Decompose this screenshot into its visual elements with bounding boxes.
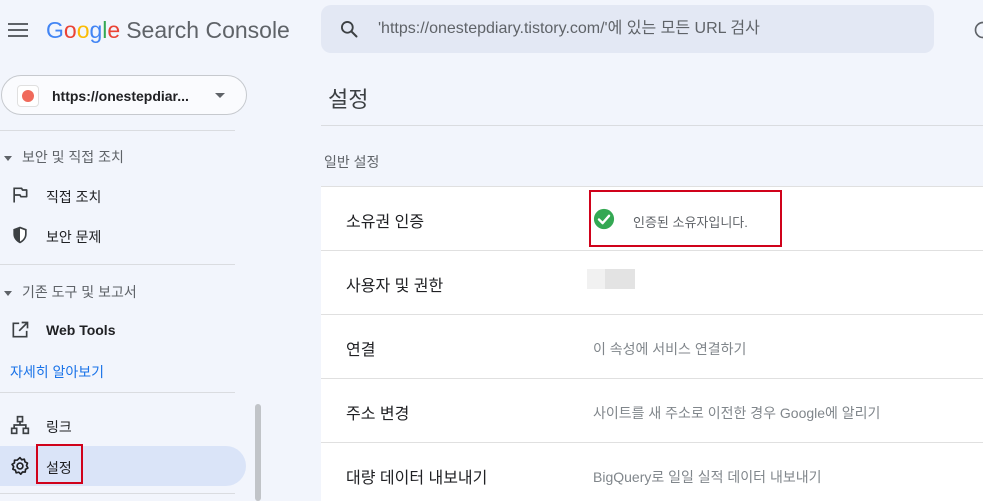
sidebar-item-links[interactable]: 링크 (0, 405, 246, 445)
sidebar-item-label: 직접 조치 (46, 189, 102, 205)
sidebar-divider (0, 130, 235, 131)
site-favicon-icon (17, 85, 39, 107)
app-header: Google Search Console (0, 0, 983, 64)
gear-icon (11, 456, 29, 475)
property-label: https://onestepdiar... (52, 88, 189, 104)
row-label: 사용자 및 권한 (346, 278, 444, 295)
app-logo[interactable]: Google Search Console (46, 17, 290, 44)
section-legacy-label: 기존 도구 및 보고서 (22, 284, 137, 300)
sidebar-item-web-tools[interactable]: Web Tools (0, 310, 246, 350)
sidebar-item-security-issues[interactable]: 보안 문제 (0, 215, 246, 255)
settings-row-change-address[interactable]: 주소 변경 사이트를 새 주소로 이전한 경우 Google에 알리기 (321, 379, 983, 443)
row-label: 주소 변경 (346, 406, 410, 423)
row-label: 연결 (346, 342, 376, 359)
section-security-label: 보안 및 직접 조치 (22, 149, 124, 165)
sitemap-icon (10, 415, 30, 435)
search-icon (341, 21, 358, 38)
settings-row-associations[interactable]: 연결 이 속성에 서비스 연결하기 (321, 315, 983, 379)
sidebar-scrollbar[interactable] (255, 404, 261, 501)
sidebar-divider (0, 392, 235, 393)
section-title: 일반 설정 (324, 154, 380, 170)
settings-row-bulk-export[interactable]: 대량 데이터 내보내기 BigQuery로 일일 실적 데이터 내보내기 (321, 443, 983, 501)
search-input[interactable] (378, 17, 918, 41)
sidebar-item-label: Web Tools (46, 322, 116, 338)
property-selector[interactable]: https://onestepdiar... (1, 75, 247, 115)
title-divider (321, 125, 983, 126)
redacted-value (587, 269, 635, 289)
product-name: Search Console (126, 17, 290, 43)
sidebar-item-label: 보안 문제 (46, 229, 102, 245)
settings-highlight-box (36, 444, 83, 484)
external-link-icon (12, 321, 29, 338)
settings-row-users[interactable]: 사용자 및 권한 (321, 251, 983, 315)
row-description: BigQuery로 일일 실적 데이터 내보내기 (593, 469, 822, 485)
ownership-highlight-box (589, 190, 782, 247)
google-wordmark: Google (46, 17, 121, 43)
sidebar-item-label: 링크 (46, 419, 72, 435)
learn-more-link[interactable]: 자세히 알아보기 (10, 362, 104, 382)
url-inspection-search[interactable] (321, 5, 934, 53)
dropdown-caret-icon (215, 93, 225, 98)
section-security-toggle[interactable]: 보안 및 직접 조치 (4, 147, 124, 167)
help-icon[interactable] (973, 20, 983, 40)
shield-icon (13, 226, 27, 244)
section-legacy-toggle[interactable]: 기존 도구 및 보고서 (4, 282, 137, 302)
collapse-caret-icon (4, 155, 12, 161)
row-label: 소유권 인증 (346, 214, 425, 231)
row-description: 사이트를 새 주소로 이전한 경우 Google에 알리기 (593, 405, 881, 421)
sidebar-item-manual-actions[interactable]: 직접 조치 (0, 175, 246, 215)
sidebar-divider (0, 264, 235, 265)
page-title: 설정 (328, 87, 369, 112)
sidebar-divider (0, 493, 235, 494)
row-description: 이 속성에 서비스 연결하기 (593, 341, 747, 357)
row-label: 대량 데이터 내보내기 (346, 470, 488, 487)
menu-icon[interactable] (8, 20, 28, 40)
collapse-caret-icon (4, 290, 12, 296)
flag-icon (13, 187, 28, 203)
